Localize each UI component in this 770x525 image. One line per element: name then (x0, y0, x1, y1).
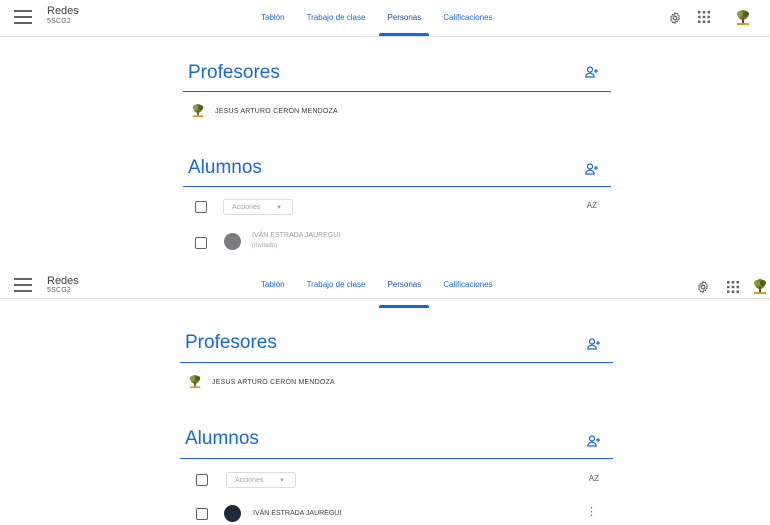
class-name[interactable]: Redes (47, 5, 79, 17)
sort-az-icon[interactable]: AZ (589, 474, 599, 483)
teacher-avatar-icon (189, 375, 201, 389)
tab-people[interactable]: Personas (376, 0, 432, 36)
main-menu-button[interactable] (14, 278, 32, 292)
tab-stream[interactable]: Tablón (250, 262, 296, 308)
people-content: Profesores JESUS ARTURO CERÓN MENDOZA Al… (180, 308, 613, 525)
main-menu-button[interactable] (14, 10, 32, 24)
class-section: 5SCG2 (47, 18, 71, 25)
students-divider (180, 458, 613, 459)
tab-people[interactable]: Personas (376, 262, 432, 308)
student-avatar (224, 233, 241, 250)
tab-stream[interactable]: Tablón (250, 0, 296, 36)
teacher-avatar-icon (192, 104, 204, 118)
people-content: Profesores JESUS ARTURO CERÓN MENDOZA Al… (183, 36, 611, 262)
apps-grid-icon[interactable] (696, 11, 712, 27)
class-name[interactable]: Redes (47, 275, 79, 287)
teachers-divider (183, 91, 611, 92)
chevron-down-icon: ▼ (276, 205, 282, 211)
invite-student-icon[interactable] (587, 434, 601, 447)
select-all-checkbox[interactable] (196, 474, 208, 486)
settings-gear-icon[interactable] (667, 11, 683, 27)
teacher-name: JESUS ARTURO CERÓN MENDOZA (215, 107, 338, 115)
screenshot-panel-top: Redes 5SCG2 Tablón Trabajo de clase Pers… (0, 0, 770, 262)
teacher-name: JESUS ARTURO CERÓN MENDOZA (212, 378, 335, 386)
invite-student-icon[interactable] (585, 162, 599, 175)
top-app-bar: Redes 5SCG2 Tablón Trabajo de clase Pers… (0, 262, 770, 308)
screenshot-panel-bottom: Redes 5SCG2 Tablón Trabajo de clase Pers… (0, 262, 770, 525)
actions-label: Acciones (232, 204, 261, 211)
account-avatar-icon[interactable] (752, 278, 768, 294)
student-name: IVÁN ESTRADA JAUREGUI (253, 510, 342, 517)
actions-dropdown[interactable]: Acciones ▼ (223, 199, 293, 215)
invite-teacher-icon[interactable] (585, 65, 599, 78)
tab-grades[interactable]: Calificaciones (432, 0, 503, 36)
invite-teacher-icon[interactable] (587, 337, 601, 350)
account-avatar-icon[interactable] (735, 9, 751, 25)
actions-label: Acciones (235, 477, 264, 484)
teachers-title: Profesores (188, 62, 280, 83)
tab-classwork[interactable]: Trabajo de clase (296, 0, 377, 36)
top-app-bar: Redes 5SCG2 Tablón Trabajo de clase Pers… (0, 0, 770, 37)
select-all-checkbox[interactable] (195, 201, 207, 213)
sort-az-icon[interactable]: AZ (587, 201, 597, 210)
student-checkbox[interactable] (195, 237, 207, 249)
teacher-row: JESUS ARTURO CERÓN MENDOZA (191, 102, 338, 120)
students-title: Alumnos (188, 157, 262, 178)
teachers-divider (180, 362, 613, 363)
student-avatar (224, 505, 241, 522)
tab-classwork[interactable]: Trabajo de clase (296, 262, 377, 308)
chevron-down-icon: ▼ (279, 478, 285, 484)
class-section: 5SCG2 (47, 287, 71, 294)
more-vert-icon[interactable]: ⋮ (586, 507, 597, 518)
settings-gear-icon[interactable] (695, 280, 711, 296)
students-title: Alumnos (185, 428, 259, 449)
actions-dropdown[interactable]: Acciones ▼ (226, 472, 296, 488)
teacher-row: JESUS ARTURO CERÓN MENDOZA (188, 373, 335, 391)
apps-grid-icon[interactable] (725, 281, 741, 297)
class-tabs: Tablón Trabajo de clase Personas Calific… (250, 262, 504, 308)
students-divider (183, 186, 611, 187)
student-checkbox[interactable] (196, 508, 208, 520)
student-invited-status: (Invitado) (252, 243, 278, 249)
student-name: IVÁN ESTRADA JAUREGUI (252, 232, 341, 239)
class-tabs: Tablón Trabajo de clase Personas Calific… (250, 0, 504, 36)
teachers-title: Profesores (185, 332, 277, 353)
tab-grades[interactable]: Calificaciones (432, 262, 503, 308)
